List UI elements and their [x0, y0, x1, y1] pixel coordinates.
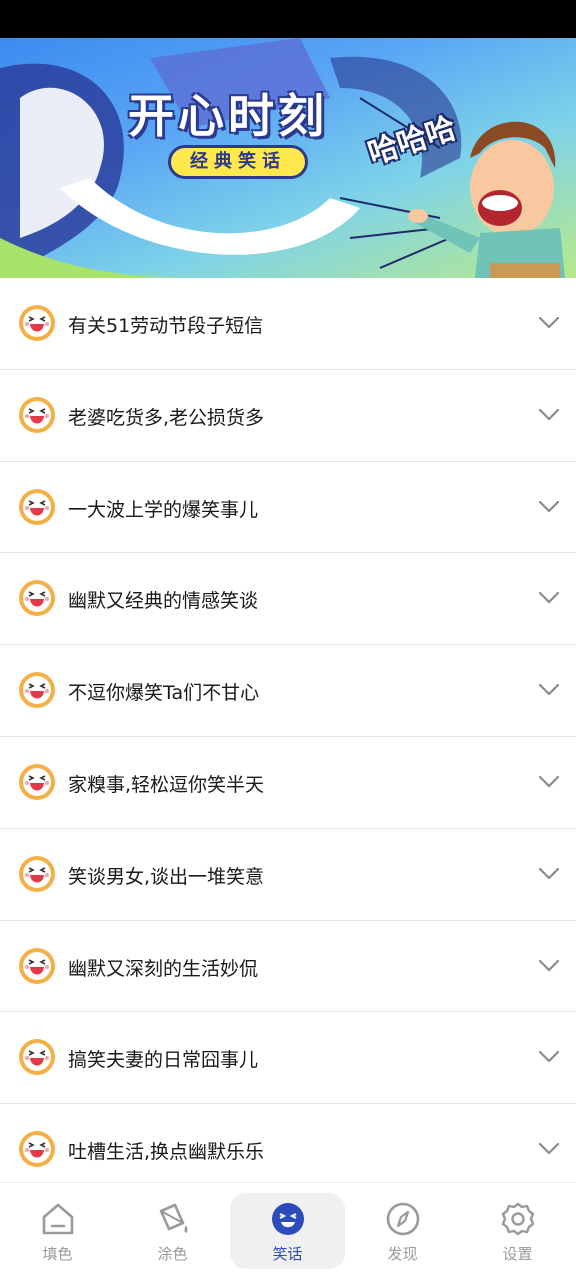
tab-fill-color[interactable]: 填色	[0, 1193, 115, 1269]
list-item[interactable]: 一大波上学的爆笑事儿	[0, 461, 576, 554]
list-item-label: 吐槽生活,换点幽默乐乐	[68, 1141, 265, 1164]
tab-label: 笑话	[272, 1245, 303, 1263]
list-item[interactable]: 笑谈男女,谈出一堆笑意	[0, 828, 576, 921]
tab-label: 设置	[502, 1245, 533, 1263]
list-item-label: 笑谈男女,谈出一堆笑意	[68, 865, 265, 888]
list-item[interactable]: 幽默又深刻的生活妙侃	[0, 920, 576, 1013]
list-item[interactable]: 搞笑夫妻的日常囧事儿	[0, 1012, 576, 1105]
chevron-down-icon	[538, 408, 560, 420]
list-item[interactable]: 有关51劳动节段子短信	[0, 278, 576, 370]
compass-icon	[386, 1202, 420, 1236]
tab-label: 填色	[42, 1245, 73, 1263]
tab-label: 发现	[387, 1245, 418, 1263]
chevron-down-icon	[538, 684, 560, 696]
chevron-down-icon	[538, 592, 560, 604]
list-item-label: 幽默又经典的情感笑谈	[68, 590, 259, 613]
chevron-down-icon	[538, 1051, 560, 1063]
home-icon	[42, 1203, 74, 1235]
list-item-label: 有关51劳动节段子短信	[68, 315, 264, 337]
laughing-face-icon	[19, 580, 55, 617]
chevron-down-icon	[538, 500, 560, 512]
list-item-label: 不逗你爆笑Ta们不甘心	[68, 682, 260, 705]
status-bar	[0, 0, 576, 38]
gear-icon	[501, 1202, 535, 1236]
paint-bucket-icon	[159, 1203, 188, 1233]
list-item-label: 一大波上学的爆笑事儿	[68, 498, 259, 521]
laughing-face-icon	[19, 672, 55, 709]
bottom-tab-bar: 填色 涂色 笑话 发现 设置	[0, 1182, 576, 1280]
joke-category-list: 有关51劳动节段子短信 老婆吃货多,老公损货多 一大波上学的爆笑事儿 幽默又经典的情感…	[0, 278, 576, 1196]
list-item[interactable]: 家糗事,轻松逗你笑半天	[0, 736, 576, 829]
tab-label: 涂色	[157, 1245, 188, 1263]
chevron-down-icon	[538, 775, 560, 788]
tab-discover[interactable]: 发现	[345, 1193, 460, 1269]
tab-jokes[interactable]: 笑话	[230, 1193, 345, 1269]
laughing-face-icon	[19, 1039, 55, 1076]
chevron-down-icon	[538, 316, 560, 329]
chevron-down-icon	[538, 867, 560, 879]
list-item[interactable]: 不逗你爆笑Ta们不甘心	[0, 645, 576, 737]
tab-settings[interactable]: 设置	[460, 1193, 575, 1269]
laughing-face-icon	[19, 1131, 55, 1168]
laughing-face-icon	[19, 488, 55, 525]
tab-paint-color[interactable]: 涂色	[115, 1193, 230, 1269]
banner-title: 开心时刻	[128, 89, 328, 143]
list-item-label: 老婆吃货多,老公损货多	[68, 406, 265, 429]
laughing-face-icon	[19, 855, 55, 892]
banner-subtitle: 经典笑话	[168, 145, 308, 179]
list-item-label: 家糗事,轻松逗你笑半天	[68, 773, 265, 796]
laughing-face-icon	[19, 763, 55, 800]
laughing-face-icon	[19, 947, 55, 984]
laughing-face-icon	[19, 396, 55, 433]
chevron-down-icon	[538, 1143, 560, 1155]
list-item-label: 幽默又深刻的生活妙侃	[68, 957, 259, 980]
chevron-down-icon	[538, 959, 560, 971]
banner[interactable]: 开心时刻 经典笑话 哈哈哈	[0, 38, 576, 278]
list-item[interactable]: 老婆吃货多,老公损货多	[0, 369, 576, 462]
list-item-label: 搞笑夫妻的日常囧事儿	[68, 1049, 259, 1072]
laughing-face-icon	[19, 305, 55, 341]
smile-icon	[272, 1203, 304, 1235]
list-item[interactable]: 幽默又经典的情感笑谈	[0, 553, 576, 646]
